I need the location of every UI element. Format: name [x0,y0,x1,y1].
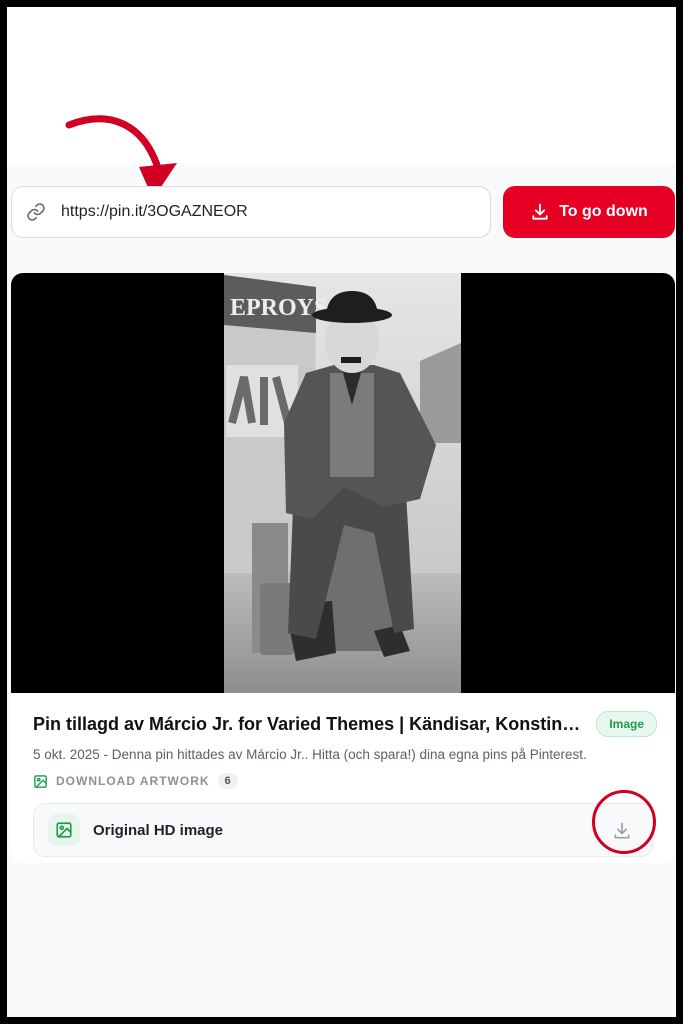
image-icon [34,774,47,788]
page-canvas: To go down EPRO [7,7,676,1017]
pin-description: 5 okt. 2025 - Denna pin hittades av Márc… [33,747,587,762]
title-row: Pin tillagd av Márcio Jr. for Varied The… [33,711,657,737]
result-card: EPROYS Pin tillagd av Márcio Jr. for Var… [11,273,675,863]
url-input[interactable] [59,202,463,222]
media-preview: EPROYS [11,273,675,693]
download-button-label: To go down [559,203,648,220]
option-label: Original HD image [93,821,224,839]
section-count: 6 [217,773,238,789]
url-field[interactable] [11,186,491,238]
page-frame: To go down EPRO [0,0,683,1024]
link-icon [25,201,47,223]
image-icon [48,814,80,846]
svg-text:EPROYS: EPROYS [230,295,327,321]
section-label: DOWNLOAD ARTWORK [56,774,210,788]
pin-image[interactable]: EPROYS [224,273,461,693]
download-button[interactable]: To go down [503,186,675,238]
download-section-header: DOWNLOAD ARTWORK 6 [33,773,238,789]
download-icon [532,203,548,220]
option-original-hd[interactable]: Original HD image [33,803,653,857]
pin-title: Pin tillagd av Márcio Jr. for Varied The… [33,713,583,734]
type-badge: Image [596,711,657,737]
annotation-circle [592,790,656,854]
